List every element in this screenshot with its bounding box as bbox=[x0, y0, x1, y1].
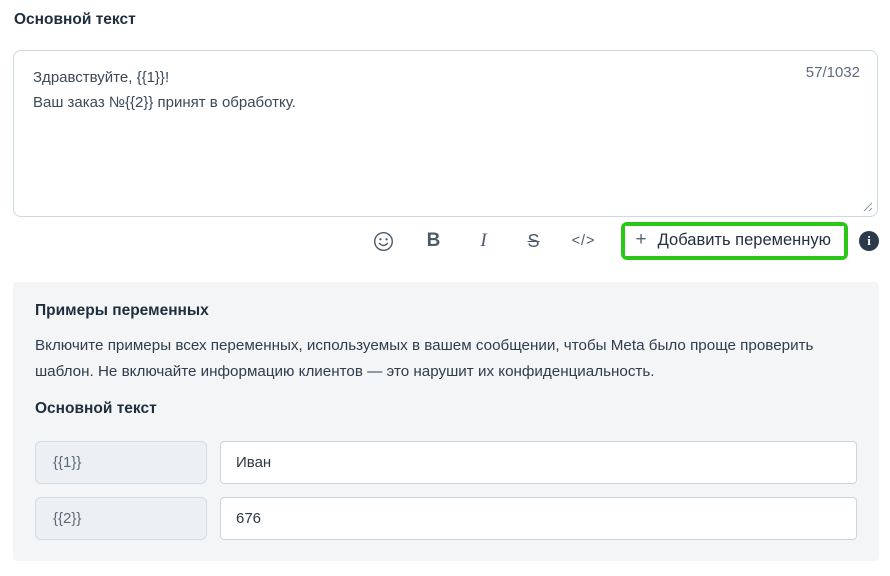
resize-handle-icon[interactable] bbox=[862, 201, 873, 212]
variable-1-chip: {{1}} bbox=[35, 441, 207, 484]
variable-1-input[interactable] bbox=[220, 441, 857, 484]
body-text-value: Здравствуйте, {{1}}! Ваш заказ №{{2}} пр… bbox=[33, 65, 757, 115]
bold-icon[interactable]: B bbox=[409, 223, 459, 259]
add-variable-label: Добавить переменную bbox=[658, 231, 831, 250]
info-icon[interactable]: i bbox=[859, 231, 879, 251]
variable-row-2: {{2}} bbox=[35, 497, 857, 540]
highlight-overlay: + Добавить переменную bbox=[621, 222, 848, 260]
strikethrough-icon[interactable]: S bbox=[509, 223, 559, 259]
variable-examples-panel: Примеры переменных Включите примеры всех… bbox=[13, 282, 879, 561]
examples-description: Включите примеры всех переменных, исполь… bbox=[35, 333, 857, 385]
italic-icon[interactable]: I bbox=[459, 223, 509, 259]
code-icon[interactable]: </> bbox=[559, 223, 609, 259]
add-variable-button[interactable]: + Добавить переменную bbox=[625, 226, 844, 256]
variable-2-input[interactable] bbox=[220, 497, 857, 540]
emoji-icon[interactable] bbox=[359, 223, 409, 259]
character-counter: 57/1032 bbox=[806, 64, 860, 81]
body-text-textarea[interactable]: Здравствуйте, {{1}}! Ваш заказ №{{2}} пр… bbox=[13, 50, 878, 217]
body-text-label: Основной текст bbox=[14, 11, 136, 29]
examples-section-label: Основной текст bbox=[35, 400, 857, 418]
variable-2-chip: {{2}} bbox=[35, 497, 207, 540]
plus-icon: + bbox=[636, 229, 647, 251]
variable-row-1: {{1}} bbox=[35, 441, 857, 484]
formatting-toolbar: B I S </> + Добавить переменную i bbox=[0, 220, 890, 262]
examples-title: Примеры переменных bbox=[35, 302, 857, 320]
